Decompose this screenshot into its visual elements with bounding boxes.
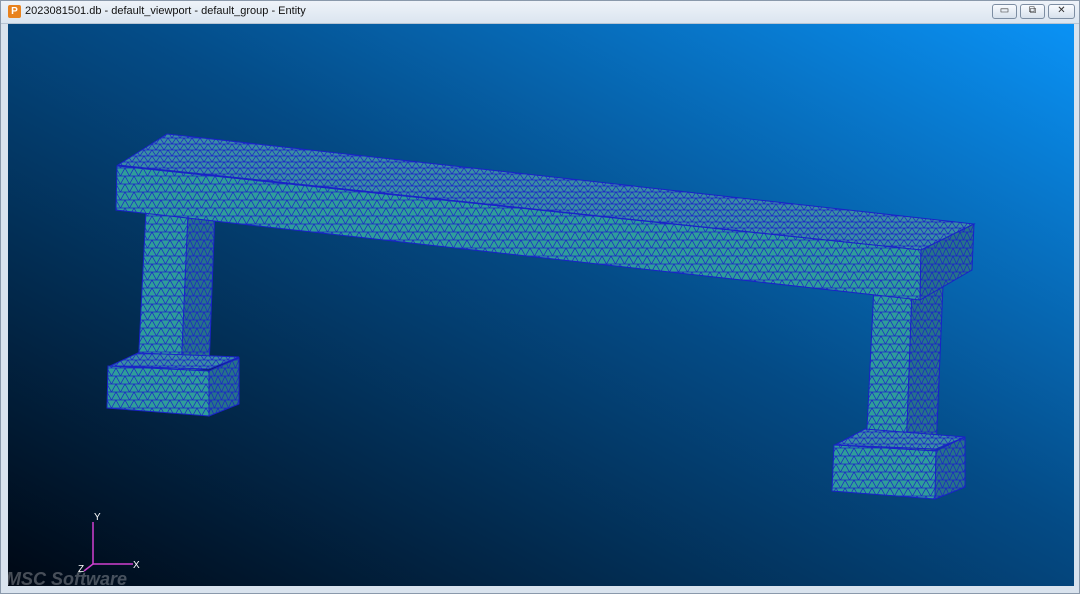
right-foot-front[interactable]	[831, 444, 937, 500]
left-leg-front[interactable]	[137, 210, 189, 374]
window-title: 2023081501.db - default_viewport - defau…	[25, 5, 306, 17]
application-window: P 2023081501.db - default_viewport - def…	[0, 0, 1080, 594]
close-button[interactable]: ✕	[1048, 4, 1075, 19]
viewport-canvas[interactable]: Y X Z MSC Software	[8, 24, 1074, 586]
axis-y-label: Y	[94, 512, 101, 523]
minimize-button[interactable]: ▭	[992, 4, 1017, 19]
left-foot-front[interactable]	[106, 365, 210, 417]
graphics-viewport[interactable]: Y X Z MSC Software	[8, 24, 1074, 586]
axis-x-label: X	[133, 560, 140, 571]
right-leg-front[interactable]	[865, 285, 913, 455]
restore-button[interactable]: ⧉	[1020, 4, 1045, 19]
app-icon[interactable]: P	[8, 5, 21, 18]
status-bar	[1, 587, 1079, 593]
title-bar[interactable]: P 2023081501.db - default_viewport - def…	[1, 1, 1079, 24]
msc-software-watermark: MSC Software	[8, 569, 127, 586]
